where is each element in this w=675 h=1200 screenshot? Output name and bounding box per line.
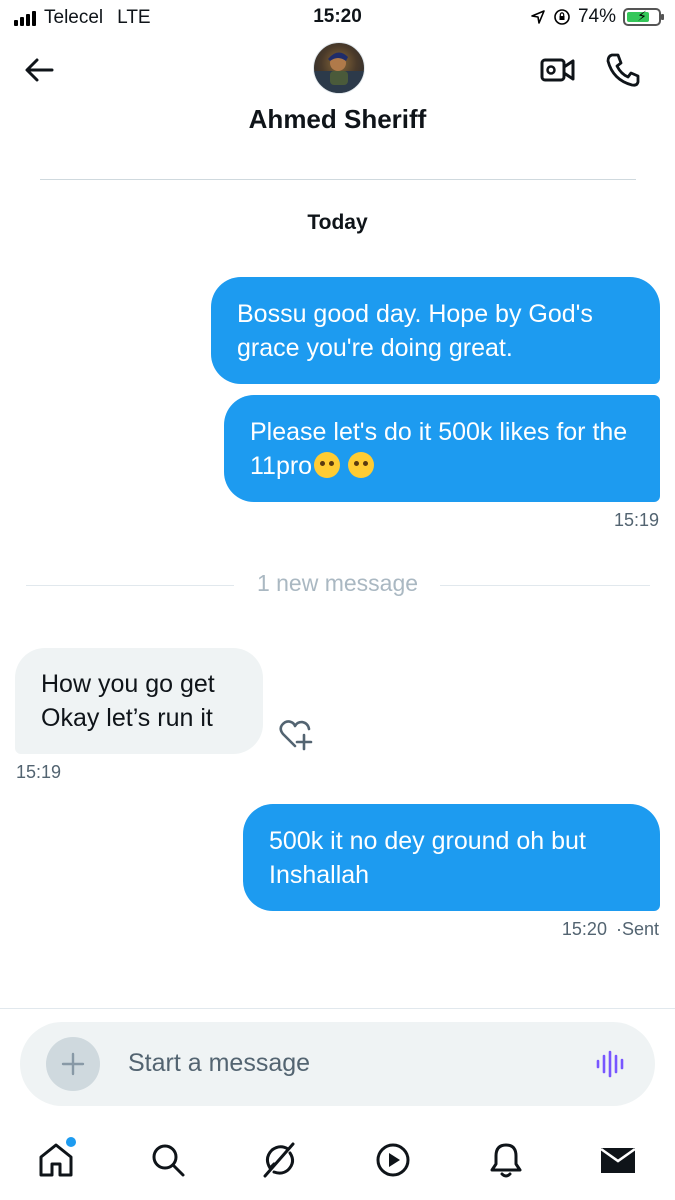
message-input[interactable]: Start a message — [128, 1049, 310, 1078]
new-message-label: 1 new message — [256, 570, 419, 596]
grok-icon[interactable] — [260, 1140, 300, 1180]
message-text: Please let's do it 500k likes for the 11… — [250, 417, 628, 480]
delivery-status: ·Sent — [615, 919, 659, 939]
message-text: 500k it no dey ground oh but Inshallah — [269, 826, 586, 889]
loudly-crying-face-icon — [314, 451, 341, 478]
composer-divider — [0, 1008, 675, 1009]
orientation-lock-icon — [554, 9, 570, 25]
search-icon[interactable] — [148, 1140, 188, 1180]
conversation-header: Ahmed Sheriff — [0, 36, 675, 150]
pleading-face-icon — [348, 451, 375, 478]
message-timestamp: 15:19 — [613, 510, 659, 530]
phone-call-icon[interactable] — [603, 50, 643, 90]
message-timestamp: 15:20 — [561, 919, 607, 939]
avatar[interactable] — [313, 42, 365, 94]
location-icon — [531, 10, 545, 24]
battery-icon: ⚡ — [623, 8, 664, 26]
message-bubble-outgoing[interactable]: Bossu good day. Hope by God's grace you'… — [211, 277, 660, 384]
message-text-line: How you go get — [41, 670, 215, 698]
date-separator: Today — [307, 211, 368, 234]
status-right: 74% ⚡ — [530, 6, 664, 28]
battery-percent: 74% — [577, 6, 616, 27]
voice-message-icon[interactable] — [595, 1048, 627, 1080]
message-bubble-incoming[interactable]: How you go get Okay let’s run it — [15, 648, 263, 754]
back-arrow-icon[interactable] — [22, 52, 58, 88]
message-meta: 15:20 ·Sent — [562, 919, 659, 940]
plus-icon — [61, 1052, 85, 1076]
notifications-icon[interactable] — [486, 1140, 526, 1180]
react-heart-add-icon[interactable] — [278, 718, 316, 752]
add-media-button[interactable] — [46, 1037, 100, 1091]
status-bar: Telecel LTE 15:20 74% ⚡ — [0, 0, 675, 36]
bottom-tab-bar — [0, 1130, 675, 1190]
message-bubble-outgoing[interactable]: Please let's do it 500k likes for the 11… — [224, 395, 660, 502]
history-divider — [40, 179, 636, 180]
video-icon[interactable] — [373, 1140, 413, 1180]
new-message-line-right — [440, 585, 650, 586]
messages-icon[interactable] — [598, 1140, 638, 1180]
message-bubble-outgoing[interactable]: 500k it no dey ground oh but Inshallah — [243, 804, 660, 911]
video-call-icon[interactable] — [538, 50, 578, 90]
message-text: Bossu good day. Hope by God's grace you'… — [237, 299, 593, 362]
message-composer: Start a message — [20, 1022, 655, 1106]
notification-dot — [64, 1135, 78, 1149]
contact-name[interactable]: Ahmed Sheriff — [0, 104, 675, 135]
message-timestamp: 15:19 — [16, 762, 62, 782]
message-text-line: Okay let’s run it — [41, 704, 213, 732]
